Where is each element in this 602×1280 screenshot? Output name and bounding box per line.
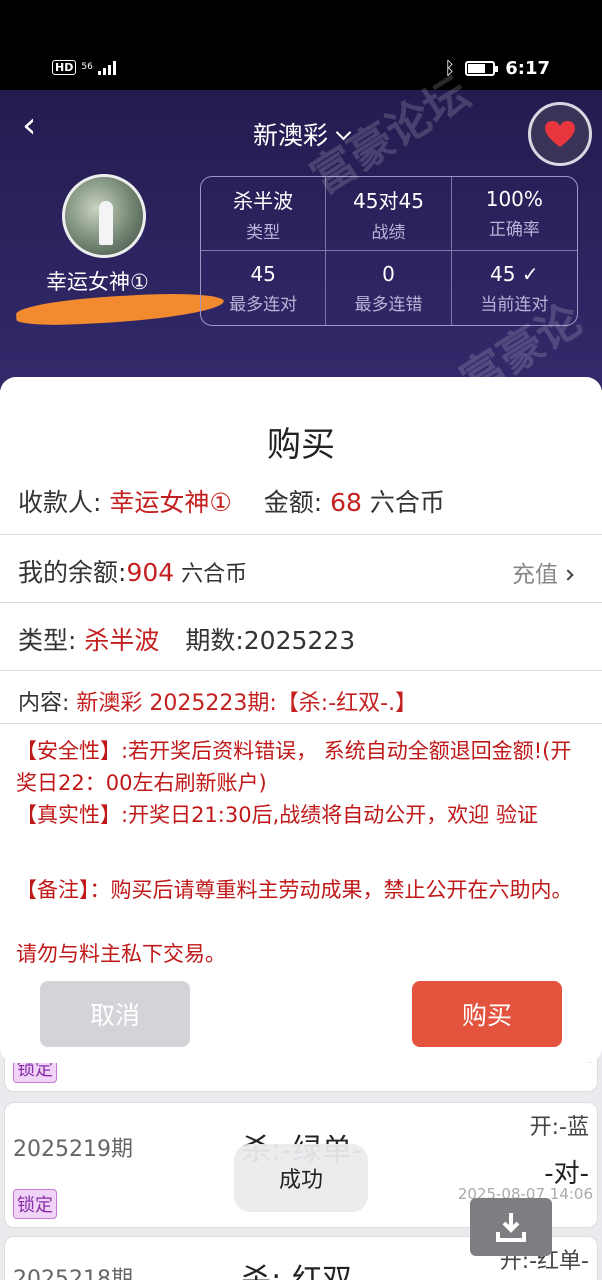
remark-notice: 【备注】：购买后请尊重料主劳动成果，禁止公开在六助内。: [16, 878, 573, 902]
stat-label: 战绩: [371, 222, 406, 243]
recharge-link[interactable]: 充值: [512, 555, 574, 589]
avatar[interactable]: [62, 174, 146, 258]
signal-icon: [97, 60, 116, 75]
network-type: 56: [81, 62, 93, 72]
stat-label: 最多连对: [229, 294, 298, 315]
stat-value: 杀半波: [233, 188, 294, 213]
stat-max-streak-win: 45 最多连对: [201, 251, 327, 325]
stat-label: 当前连对: [480, 294, 549, 315]
purchase-dialog: 购买 收款人: 幸运女神① 金额: 68 六合币 我的余额:904 六合币 充值…: [0, 377, 602, 1063]
stat-record: 45对45 战绩: [326, 177, 452, 251]
stat-label: 最多连错: [354, 294, 423, 315]
download-button[interactable]: [470, 1198, 552, 1256]
stat-value: 45 ✓: [490, 261, 539, 286]
nickname: 幸运女神①: [46, 270, 149, 294]
stat-value: 100%: [485, 187, 543, 211]
lock-badge: 锁定: [13, 1189, 57, 1219]
amount-value: 68: [330, 488, 362, 517]
chevron-down-icon: [335, 124, 352, 141]
recharge-label: 充值: [512, 562, 558, 588]
stat-label: 类型: [246, 222, 281, 243]
cancel-button[interactable]: 取消: [40, 981, 190, 1047]
balance-label: 我的余额:: [18, 558, 127, 587]
bluetooth-icon: ᛒ: [444, 58, 456, 79]
hd-badge: HD: [52, 60, 77, 75]
divider: [0, 670, 602, 671]
status-right: ᛒ 6:17: [444, 58, 550, 79]
buy-button[interactable]: 购买: [412, 981, 562, 1047]
balance-unit: 六合币: [174, 562, 248, 587]
divider: [0, 534, 602, 535]
amount-unit: 六合币: [361, 488, 445, 517]
balance-row: 我的余额:904 六合币: [18, 553, 584, 589]
amount-label: 金额:: [263, 488, 331, 517]
payee-row: 收款人: 幸运女神① 金额: 68 六合币: [18, 483, 584, 519]
profile-header: ‹ 新澳彩 幸运女神① 杀半波 类型 45对45 战绩 100% 正确率 45 最多连对…: [0, 68, 602, 462]
stat-accuracy: 100% 正确率: [451, 177, 577, 251]
content-label: 内容:: [18, 691, 77, 716]
payee-label: 收款人:: [18, 488, 110, 517]
remark-notice-2: 请勿与料主私下交易。: [16, 942, 226, 966]
type-value: 杀半波: [84, 626, 160, 655]
stat-value: 0: [382, 261, 395, 286]
type-row: 类型: 杀半波 期数:2025223: [18, 621, 584, 657]
stat-current-streak: 45 ✓ 当前连对: [452, 251, 577, 325]
chevron-right-icon: [562, 569, 574, 581]
page-title-text: 新澳彩: [252, 121, 328, 150]
heart-icon: [545, 121, 575, 147]
stat-max-streak-loss: 0 最多连错: [326, 251, 452, 325]
battery-icon: [465, 61, 499, 76]
page-title[interactable]: 新澳彩: [0, 116, 602, 152]
truth-notice: 【真实性】:开奖日21:30后,战绩将自动公开，欢迎 验证: [16, 803, 538, 827]
safety-notice: 【安全性】:若开奖后资料错误， 系统自动全额退回金额!(开奖日22：00左右刷新…: [16, 739, 572, 795]
content-value: 新澳彩 2025223期:【杀:-红双-.】: [76, 691, 418, 716]
list-item-open: 开:-蓝: [529, 1115, 589, 1140]
stat-value: 45对45: [353, 188, 424, 213]
balance-value: 904: [126, 558, 175, 587]
stat-label: 正确率: [488, 220, 540, 240]
divider: [0, 602, 602, 603]
redaction-mark: [15, 290, 225, 328]
period-label: 期数:: [185, 626, 244, 655]
download-icon: [496, 1213, 526, 1242]
status-left: HD 56: [52, 60, 116, 75]
type-label: 类型:: [18, 626, 85, 655]
stat-type: 杀半波 类型: [201, 177, 327, 251]
status-bar: HD 56 ᛒ 6:17: [0, 0, 602, 90]
success-toast: 成功: [234, 1144, 368, 1212]
payee-name: 幸运女神①: [109, 488, 232, 517]
stats-panel: 杀半波类型 45对45 战绩 100% 正确率 45 最多连对 0 最多连错 45 ✓ 当…: [200, 176, 578, 326]
clock: 6:17: [505, 58, 550, 79]
period-value: 2025223: [243, 626, 356, 655]
favorite-button[interactable]: [528, 102, 592, 166]
divider: [0, 723, 602, 724]
content-row: 内容: 新澳彩 2025223期:【杀:-红双-.】: [18, 685, 584, 717]
stat-value: 45: [250, 261, 276, 286]
dialog-title: 购买: [267, 425, 335, 465]
